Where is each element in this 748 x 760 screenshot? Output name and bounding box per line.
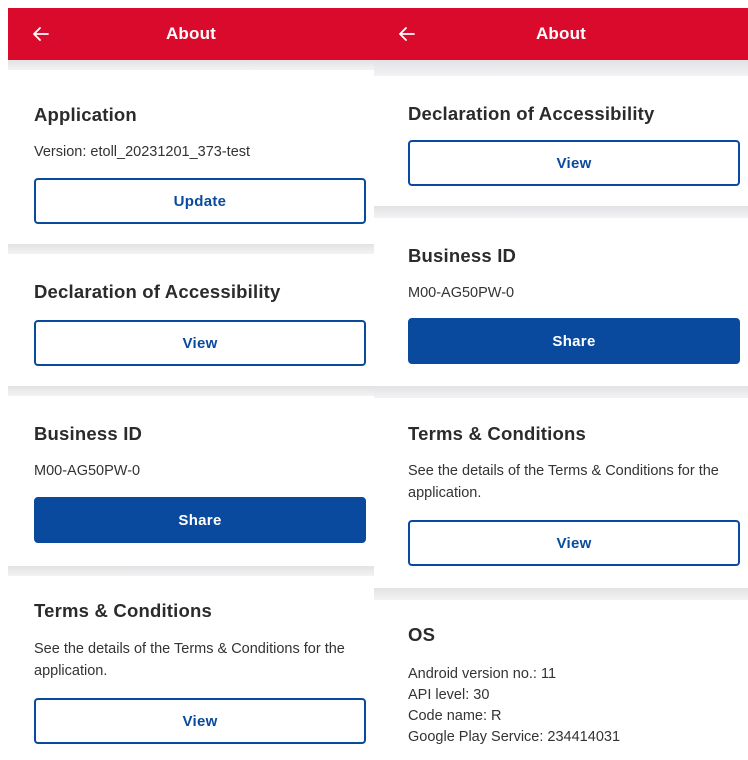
section-divider — [8, 386, 374, 396]
update-button[interactable]: Update — [34, 178, 366, 224]
share-button[interactable]: Share — [408, 318, 740, 364]
page-title: About — [535, 24, 587, 43]
terms-description: See the details of the Terms & Condition… — [34, 641, 345, 679]
section-divider — [8, 60, 374, 70]
code-name-text: Code name: R — [408, 708, 502, 724]
about-screen-right: About Declaration of Accessibility View … — [374, 0, 748, 760]
os-title: OS — [408, 624, 436, 645]
section-divider — [8, 244, 374, 254]
accessibility-view-button[interactable]: View — [408, 140, 740, 186]
play-service-text: Google Play Service: 234414031 — [408, 729, 621, 745]
back-button[interactable] — [394, 21, 420, 47]
android-version-text: Android version no.: 11 — [408, 666, 557, 682]
business-id-title: Business ID — [408, 245, 517, 266]
api-level-text: API level: 30 — [408, 687, 490, 703]
terms-title: Terms & Conditions — [34, 600, 212, 621]
terms-view-button[interactable]: View — [34, 698, 366, 744]
version-text: Version: etoll_20231201_373-test — [34, 144, 251, 160]
app-header: About — [8, 8, 374, 60]
arrow-left-icon — [399, 27, 415, 41]
about-screen-left: About Application Version: etoll_2023120… — [0, 0, 374, 760]
accessibility-view-button[interactable]: View — [34, 320, 366, 366]
os-details: Android version no.: 11 API level: 30 Co… — [408, 664, 742, 748]
page-title: About — [165, 24, 217, 43]
application-title: Application — [34, 104, 137, 125]
section-divider — [374, 60, 748, 76]
terms-title: Terms & Conditions — [408, 423, 586, 444]
terms-description: See the details of the Terms & Condition… — [408, 463, 719, 501]
app-header: About — [374, 8, 748, 60]
share-button[interactable]: Share — [34, 497, 366, 543]
back-button[interactable] — [28, 21, 54, 47]
accessibility-title: Declaration of Accessibility — [408, 103, 655, 124]
terms-view-button[interactable]: View — [408, 520, 740, 566]
section-divider — [374, 386, 748, 398]
section-divider — [374, 588, 748, 600]
accessibility-title: Declaration of Accessibility — [34, 281, 281, 302]
business-id-title: Business ID — [34, 423, 143, 444]
arrow-left-icon — [33, 27, 49, 41]
section-divider — [374, 206, 748, 218]
business-id-value: M00-AG50PW-0 — [34, 463, 141, 479]
section-divider — [8, 566, 374, 576]
business-id-value: M00-AG50PW-0 — [408, 285, 515, 301]
